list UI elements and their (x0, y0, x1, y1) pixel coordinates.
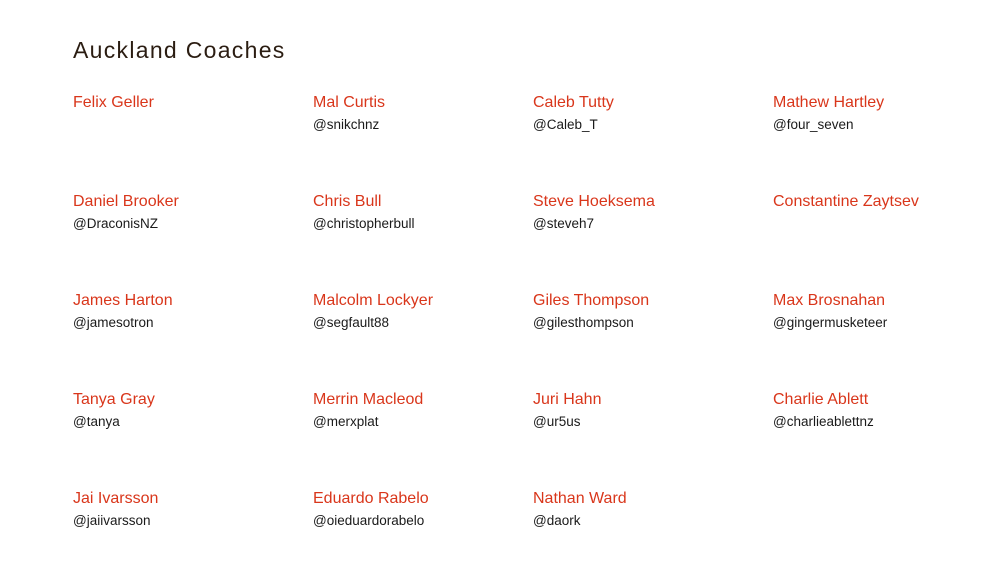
coach-name-link[interactable]: Merrin Macleod (313, 390, 533, 410)
coach-card: Steve Hoeksema @steveh7 (533, 192, 753, 232)
coach-name-link[interactable]: Steve Hoeksema (533, 192, 753, 212)
coach-card: Mal Curtis @snikchnz (313, 93, 533, 133)
coach-card: James Harton @jamesotron (73, 291, 293, 331)
coach-card: Jai Ivarsson @jaiivarsson (73, 489, 293, 529)
coach-name-link[interactable]: Caleb Tutty (533, 93, 753, 113)
coach-twitter-handle: @snikchnz (313, 117, 380, 132)
coach-card: Malcolm Lockyer @segfault88 (313, 291, 533, 331)
coach-name-link[interactable]: Max Brosnahan (773, 291, 993, 311)
coach-name-link[interactable]: Jai Ivarsson (73, 489, 293, 509)
page-title: Auckland Coaches (73, 37, 286, 63)
coach-twitter-handle: @segfault88 (313, 315, 390, 330)
coach-card: Constantine Zaytsev (773, 192, 993, 212)
coach-twitter-handle: @DraconisNZ (73, 216, 158, 231)
coach-twitter-handle: @four_seven (773, 117, 854, 132)
coach-name-link[interactable]: Juri Hahn (533, 390, 753, 410)
coach-twitter-handle: @gingermusketeer (773, 315, 888, 330)
coach-name-link[interactable]: Tanya Gray (73, 390, 293, 410)
coach-card: Chris Bull @christopherbull (313, 192, 533, 232)
coach-name-link[interactable]: Mal Curtis (313, 93, 533, 113)
coach-name-link[interactable]: Chris Bull (313, 192, 533, 212)
coach-twitter-handle: @jamesotron (73, 315, 154, 330)
coach-twitter-handle: @merxplat (313, 414, 379, 429)
coach-name-link[interactable]: Charlie Ablett (773, 390, 993, 410)
coach-twitter-handle: @ur5us (533, 414, 581, 429)
coach-card: Nathan Ward @daork (533, 489, 753, 529)
coach-card: Felix Geller (73, 93, 293, 113)
coach-card: Merrin Macleod @merxplat (313, 390, 533, 430)
coach-twitter-handle: @jaiivarsson (73, 513, 151, 528)
coach-twitter-handle: @Caleb_T (533, 117, 598, 132)
coach-twitter-handle: @oieduardorabelo (313, 513, 425, 528)
coach-card: Tanya Gray @tanya (73, 390, 293, 430)
coach-name-link[interactable]: Constantine Zaytsev (773, 192, 993, 212)
coach-name-link[interactable]: Mathew Hartley (773, 93, 993, 113)
coach-twitter-handle: @gilesthompson (533, 315, 634, 330)
coach-twitter-handle: @tanya (73, 414, 120, 429)
coach-card: Charlie Ablett @charlieablettnz (773, 390, 993, 430)
coach-name-link[interactable]: Felix Geller (73, 93, 293, 113)
coach-card: Daniel Brooker @DraconisNZ (73, 192, 293, 232)
coach-card: Giles Thompson @gilesthompson (533, 291, 753, 331)
coach-name-link[interactable]: Malcolm Lockyer (313, 291, 533, 311)
coach-name-link[interactable]: Daniel Brooker (73, 192, 293, 212)
coach-card: Juri Hahn @ur5us (533, 390, 753, 430)
coach-card: Caleb Tutty @Caleb_T (533, 93, 753, 133)
coach-name-link[interactable]: Giles Thompson (533, 291, 753, 311)
coach-card: Eduardo Rabelo @oieduardorabelo (313, 489, 533, 529)
coach-twitter-handle: @steveh7 (533, 216, 594, 231)
coach-twitter-handle: @charlieablettnz (773, 414, 874, 429)
coach-twitter-handle: @daork (533, 513, 581, 528)
coach-name-link[interactable]: James Harton (73, 291, 293, 311)
coach-name-link[interactable]: Nathan Ward (533, 489, 753, 509)
coach-twitter-handle: @christopherbull (313, 216, 415, 231)
coach-card: Mathew Hartley @four_seven (773, 93, 993, 133)
coach-card: Max Brosnahan @gingermusketeer (773, 291, 993, 331)
coach-name-link[interactable]: Eduardo Rabelo (313, 489, 533, 509)
